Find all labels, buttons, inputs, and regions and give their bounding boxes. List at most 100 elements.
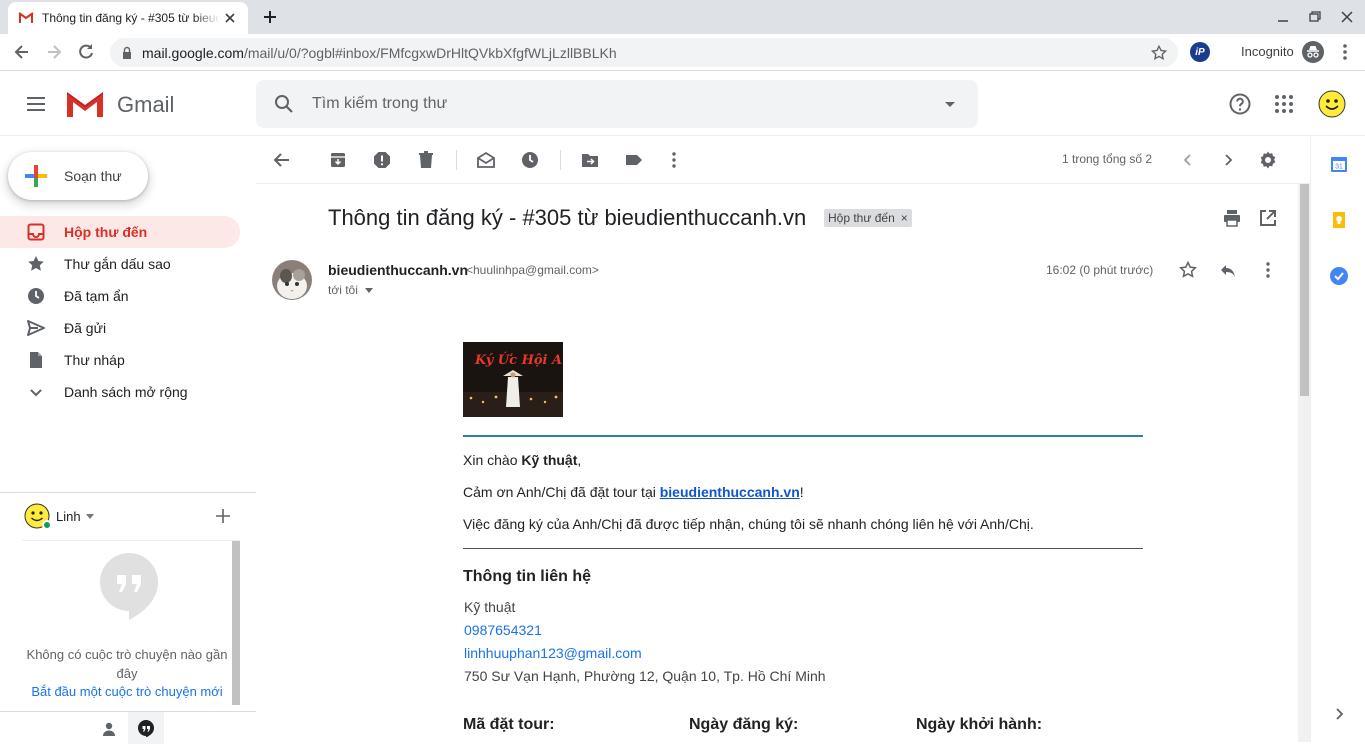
hangouts-chat-tab[interactable] (128, 712, 164, 744)
sidebar-item-inbox[interactable]: Hộp thư đến (0, 216, 240, 248)
google-apps-icon[interactable] (1272, 92, 1296, 116)
pagination-text: 1 trong tổng số 2 (1062, 152, 1153, 166)
thanks-suffix: ! (799, 484, 804, 500)
search-bar[interactable] (256, 80, 978, 128)
label-chip-text: Hộp thư đến (828, 211, 895, 225)
forward-arrow-icon[interactable] (44, 42, 64, 62)
url-text: mail.google.com/mail/u/0/?ogbl#inbox/FMf… (142, 45, 617, 61)
gmail-header: Gmail (0, 72, 1365, 136)
hangouts-user[interactable]: Linh (24, 503, 95, 530)
toolbar-divider (456, 150, 457, 170)
recipient-details-toggle[interactable]: tới tôi (328, 283, 374, 297)
help-icon[interactable] (1228, 92, 1252, 116)
hangouts-avatar (24, 503, 52, 530)
draft-icon (30, 352, 42, 368)
hangouts-scrollbar[interactable] (232, 541, 240, 705)
sidebar-item-label: Thư nháp (64, 352, 125, 368)
url-host: mail.google.com (142, 44, 244, 61)
site-link[interactable]: bieudienthuccanh.vn (660, 484, 800, 500)
search-input[interactable] (312, 93, 912, 115)
tasks-icon[interactable] (1329, 266, 1349, 286)
close-window-icon[interactable] (1338, 8, 1356, 26)
recipient-text: tới tôi (328, 283, 358, 297)
event-banner-image: Ký Ức Hội An (463, 342, 563, 417)
start-conversation-link[interactable]: Bắt đầu một cuộc trò chuyện mới (22, 684, 232, 699)
inbox-label-chip[interactable]: Hộp thư đến × (824, 209, 912, 227)
url-path: /mail/u/0/?ogbl#inbox/FMfcgxwDrHltQVkbXf… (243, 44, 617, 61)
sender-name[interactable]: bieudienthuccanh.vn (328, 262, 468, 278)
hangouts-panel: Linh Không có cuộc trò chuyện nào gần đâ… (0, 492, 256, 744)
sidebar-item-starred[interactable]: Thư gắn dấu sao (0, 248, 240, 280)
gmail-logo-icon[interactable] (65, 89, 105, 119)
body-divider-blue (463, 435, 1143, 437)
greeting-name: Kỹ thuật (521, 452, 578, 468)
more-actions-icon[interactable] (664, 150, 684, 170)
mark-unread-icon[interactable] (476, 150, 496, 170)
main-menu-icon[interactable] (24, 92, 48, 116)
snooze-clock-icon[interactable] (520, 150, 540, 170)
move-to-icon[interactable] (580, 150, 600, 170)
sidebar-item-label: Hộp thư đến (64, 224, 148, 240)
message-more-icon[interactable] (1258, 260, 1278, 280)
body-divider-grey (463, 548, 1143, 549)
contact-heading: Thông tin liên hệ (463, 568, 591, 585)
reload-icon[interactable] (76, 42, 96, 62)
remove-label-icon[interactable]: × (901, 211, 908, 227)
sidebar-item-more[interactable]: Danh sách mở rộng (0, 376, 240, 408)
keep-icon[interactable] (1329, 210, 1349, 230)
minimize-icon[interactable] (1274, 8, 1292, 26)
search-options-caret-icon[interactable] (942, 96, 958, 112)
back-to-inbox-icon[interactable] (272, 150, 292, 170)
expand-panel-chevron-icon[interactable] (1329, 704, 1349, 724)
online-status-dot (42, 520, 52, 530)
contact-phone-link[interactable]: 0987654321 (464, 622, 542, 638)
reply-icon[interactable] (1218, 260, 1238, 280)
toolbar-divider (560, 150, 561, 170)
incognito-icon[interactable] (1302, 41, 1324, 63)
calendar-icon[interactable]: 31 (1329, 154, 1349, 174)
address-bar[interactable]: mail.google.com/mail/u/0/?ogbl#inbox/FMf… (110, 38, 1178, 67)
report-spam-icon[interactable] (372, 150, 392, 170)
sidebar-item-drafts[interactable]: Thư nháp (0, 344, 240, 376)
compose-button[interactable]: Soạn thư (8, 152, 148, 200)
back-arrow-icon[interactable] (12, 42, 32, 62)
open-new-window-icon[interactable] (1258, 208, 1278, 228)
print-icon[interactable] (1222, 208, 1242, 228)
clock-icon (28, 288, 44, 304)
label-tag-icon[interactable] (624, 150, 644, 170)
browser-menu-icon[interactable] (1336, 42, 1354, 62)
bookmark-star-icon[interactable] (1150, 44, 1168, 62)
message-scrollbar[interactable] (1298, 184, 1310, 742)
settings-gear-icon[interactable] (1258, 150, 1278, 170)
svg-text:31: 31 (1335, 164, 1343, 171)
new-tab-plus-icon[interactable] (260, 7, 280, 27)
browser-toolbar: mail.google.com/mail/u/0/?ogbl#inbox/FMf… (0, 34, 1365, 71)
inbox-icon (27, 223, 45, 241)
greeting-suffix: , (577, 452, 582, 468)
greeting-prefix: Xin chào (463, 452, 522, 468)
extension-ip-icon[interactable]: iP (1190, 42, 1210, 62)
browser-tab-active[interactable]: Thông tin đăng ký - #305 từ bieudienthuc… (8, 2, 248, 34)
booking-code-heading: Mã đặt tour: (463, 716, 555, 733)
sidebar-item-snoozed[interactable]: Đã tạm ẩn (0, 280, 240, 312)
older-chevron-right-icon[interactable] (1218, 150, 1238, 170)
star-message-icon[interactable] (1178, 260, 1198, 280)
restore-icon[interactable] (1306, 8, 1324, 26)
contact-email-link[interactable]: linhhuuphan123@gmail.com (464, 645, 642, 661)
tab-close-icon[interactable] (222, 10, 238, 26)
newer-chevron-left-icon[interactable] (1178, 150, 1198, 170)
person-icon[interactable] (100, 720, 118, 738)
compose-label: Soạn thư (64, 168, 122, 184)
sidebar-item-sent[interactable]: Đã gửi (0, 312, 240, 344)
sidebar-item-label: Đã tạm ẩn (64, 288, 129, 304)
contact-address: 750 Sư Vạn Hạnh, Phường 12, Quận 10, Tp.… (464, 668, 826, 684)
scrollbar-thumb[interactable] (1300, 184, 1309, 396)
new-conversation-plus-icon[interactable] (214, 507, 232, 525)
start-date-heading: Ngày khởi hành: (916, 716, 1043, 733)
sender-avatar[interactable] (272, 260, 312, 300)
account-avatar[interactable] (1318, 90, 1346, 118)
archive-icon[interactable] (328, 150, 348, 170)
message-subject: Thông tin đăng ký - #305 từ bieudienthuc… (328, 205, 807, 230)
delete-trash-icon[interactable] (416, 150, 436, 170)
search-icon[interactable] (272, 92, 296, 116)
